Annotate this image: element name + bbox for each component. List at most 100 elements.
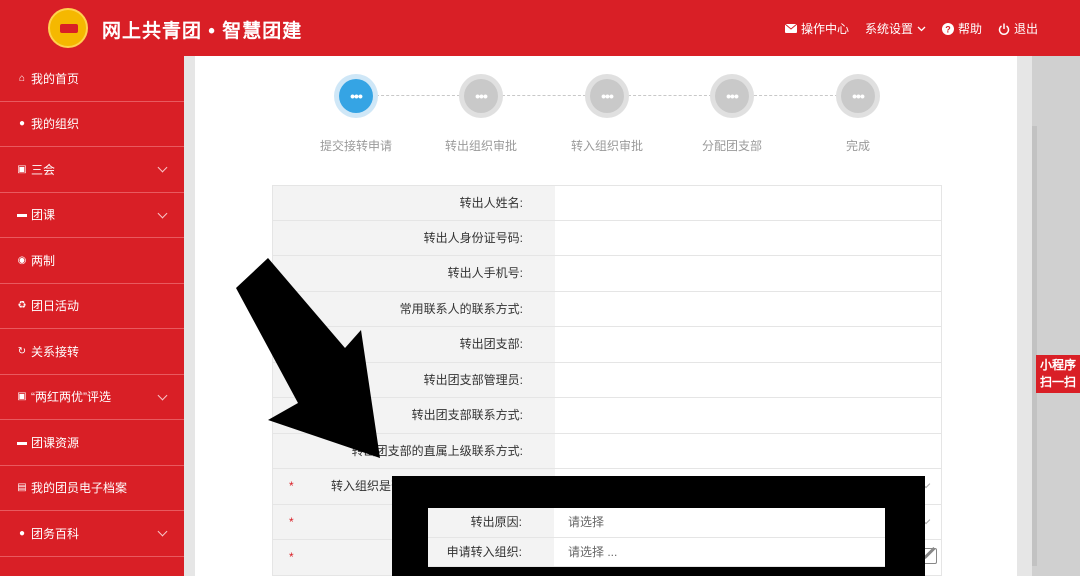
- sidebar-item-encyclopedia[interactable]: ● 团务百科: [0, 511, 184, 557]
- sidebar-item-two-systems[interactable]: ◉ 两制: [0, 238, 184, 284]
- step-connector: [754, 95, 838, 96]
- sidebar-item-league-day[interactable]: ♻ 团日活动: [0, 284, 184, 329]
- mini-program-line1: 小程序: [1039, 358, 1076, 372]
- svg-text:?: ?: [945, 24, 951, 34]
- sidebar-item-e-archive[interactable]: ▤ 我的团员电子档案: [0, 466, 184, 511]
- out-branch-admin-field[interactable]: [555, 363, 941, 398]
- document-icon: ▤: [17, 482, 27, 494]
- sidebar-item-my-org[interactable]: ● 我的组织: [0, 102, 184, 147]
- step-1-indicator: •••: [334, 74, 378, 118]
- top-actions: 操作中心 系统设置 ? 帮助 退出: [784, 20, 1038, 37]
- folder-icon: ▬: [17, 436, 27, 448]
- chevron-down-icon: [917, 26, 926, 31]
- sidebar-item-label: 关系接转: [31, 344, 80, 359]
- home-icon: ⌂: [18, 72, 26, 84]
- more-dots-icon: •••: [475, 88, 488, 104]
- step-1-label: 提交接转申请: [319, 139, 392, 153]
- contact-field[interactable]: [555, 292, 941, 327]
- step-connector: [502, 95, 586, 96]
- step-5-indicator: •••: [836, 74, 880, 118]
- chevron-down-icon: [157, 208, 168, 218]
- popup-row-target-org: 申请转入组织: 请选择 ...: [428, 537, 885, 567]
- scrollbar[interactable]: [1032, 126, 1037, 566]
- step-connector: [376, 95, 460, 96]
- more-dots-icon: •••: [852, 88, 865, 104]
- chevron-down-icon: [157, 526, 168, 537]
- users-icon: ●: [18, 118, 26, 130]
- required-mark: *: [289, 514, 294, 529]
- sidebar-item-three-meetings[interactable]: ▣ 三会: [0, 147, 184, 193]
- mini-program-button[interactable]: 小程序 扫一扫: [1036, 355, 1080, 393]
- recycle-icon: ♻: [17, 300, 27, 312]
- sidebar-item-label: 团课: [31, 208, 56, 223]
- system-settings-label: 系统设置: [864, 22, 913, 36]
- sidebar-item-label: 我的首页: [31, 71, 80, 86]
- superior-contact-field[interactable]: [555, 434, 941, 469]
- sidebar-item-transfer[interactable]: ↻ 关系接转: [0, 329, 184, 375]
- step-5-label: 完成: [845, 139, 870, 153]
- sidebar-item-league-class[interactable]: ▬ 团课: [0, 193, 184, 238]
- sidebar-item-label: “两红两优”评选: [31, 390, 111, 405]
- circle-dot-icon: ◉: [17, 254, 27, 266]
- field-label: 申请转入组织:: [428, 537, 554, 566]
- mini-program-line2: 扫一扫: [1039, 375, 1076, 389]
- operation-center-link[interactable]: 操作中心: [784, 20, 849, 37]
- step-connector: [628, 95, 712, 96]
- step-2-indicator: •••: [459, 74, 503, 118]
- sidebar: ⌂ 我的首页 ● 我的组织 ▣ 三会 ▬ 团课 ◉ 两制 ♻ 团日活动 ↻ 关系…: [0, 56, 184, 576]
- more-dots-icon: •••: [726, 88, 739, 104]
- sidebar-item-label: 团课资源: [31, 435, 80, 450]
- system-settings-dropdown[interactable]: 系统设置: [865, 20, 926, 37]
- sidebar-item-class-resources[interactable]: ▬ 团课资源: [0, 420, 184, 466]
- help-link[interactable]: ? 帮助: [941, 20, 982, 37]
- refresh-icon: ↻: [17, 345, 27, 357]
- required-mark: *: [289, 550, 294, 564]
- more-dots-icon: •••: [601, 88, 614, 104]
- transferor-phone-field[interactable]: [555, 256, 941, 291]
- help-icon: ?: [941, 22, 954, 35]
- edit-icon: ▣: [17, 391, 27, 403]
- chevron-down-icon: [157, 390, 168, 400]
- edit-icon: ▣: [17, 163, 27, 175]
- field-label: 转出原因:: [428, 508, 554, 537]
- sidebar-item-label: 我的团员电子档案: [31, 481, 128, 496]
- sidebar-item-label: 团务百科: [31, 526, 80, 541]
- sidebar-item-evaluation[interactable]: ▣ “两红两优”评选: [0, 375, 184, 420]
- chevron-down-icon: [157, 162, 168, 173]
- logout-link[interactable]: 退出: [998, 20, 1038, 37]
- step-3-indicator: •••: [585, 74, 629, 118]
- more-dots-icon: •••: [350, 88, 363, 104]
- operation-center-label: 操作中心: [800, 22, 849, 36]
- step-2-label: 转出组织审批: [444, 139, 517, 153]
- sidebar-item-home[interactable]: ⌂ 我的首页: [0, 56, 184, 102]
- users-icon: ●: [18, 527, 26, 539]
- folder-icon: ▬: [17, 209, 27, 221]
- sidebar-item-label: 团日活动: [31, 299, 80, 314]
- highlighted-fields: 转出原因: 请选择 申请转入组织: 请选择 ...: [428, 508, 885, 567]
- step-4-label: 分配团支部: [701, 139, 762, 153]
- app-title: 网上共青团 • 智慧团建: [102, 21, 303, 42]
- logout-label: 退出: [1013, 22, 1038, 36]
- out-branch-field[interactable]: [555, 327, 941, 362]
- target-org-select[interactable]: 请选择 ...: [554, 538, 885, 567]
- transferor-id-field[interactable]: [555, 221, 941, 256]
- step-3-label: 转入组织审批: [570, 139, 643, 153]
- popup-row-reason: 转出原因: 请选择: [428, 508, 885, 538]
- transfer-reason-select[interactable]: 请选择: [554, 508, 885, 537]
- sidebar-item-label: 两制: [31, 253, 56, 268]
- out-branch-contact-field[interactable]: [555, 398, 941, 433]
- league-logo-icon: [48, 8, 88, 48]
- form-row-transferor-name: 转出人姓名:: [272, 185, 942, 221]
- field-label: 转出人姓名:: [273, 186, 555, 220]
- top-header: 网上共青团 • 智慧团建 操作中心 系统设置 ? 帮助 退出: [0, 0, 1080, 56]
- required-mark: *: [289, 479, 294, 493]
- step-4-indicator: •••: [710, 74, 754, 118]
- right-gutter: [1032, 56, 1080, 576]
- power-icon: [998, 23, 1010, 35]
- help-label: 帮助: [957, 22, 982, 36]
- envelope-icon: [784, 24, 797, 33]
- transferor-name-field[interactable]: [555, 186, 941, 220]
- annotation-arrow-icon: [236, 258, 380, 458]
- sidebar-item-label: 我的组织: [31, 117, 80, 132]
- sidebar-item-label: 三会: [31, 162, 56, 177]
